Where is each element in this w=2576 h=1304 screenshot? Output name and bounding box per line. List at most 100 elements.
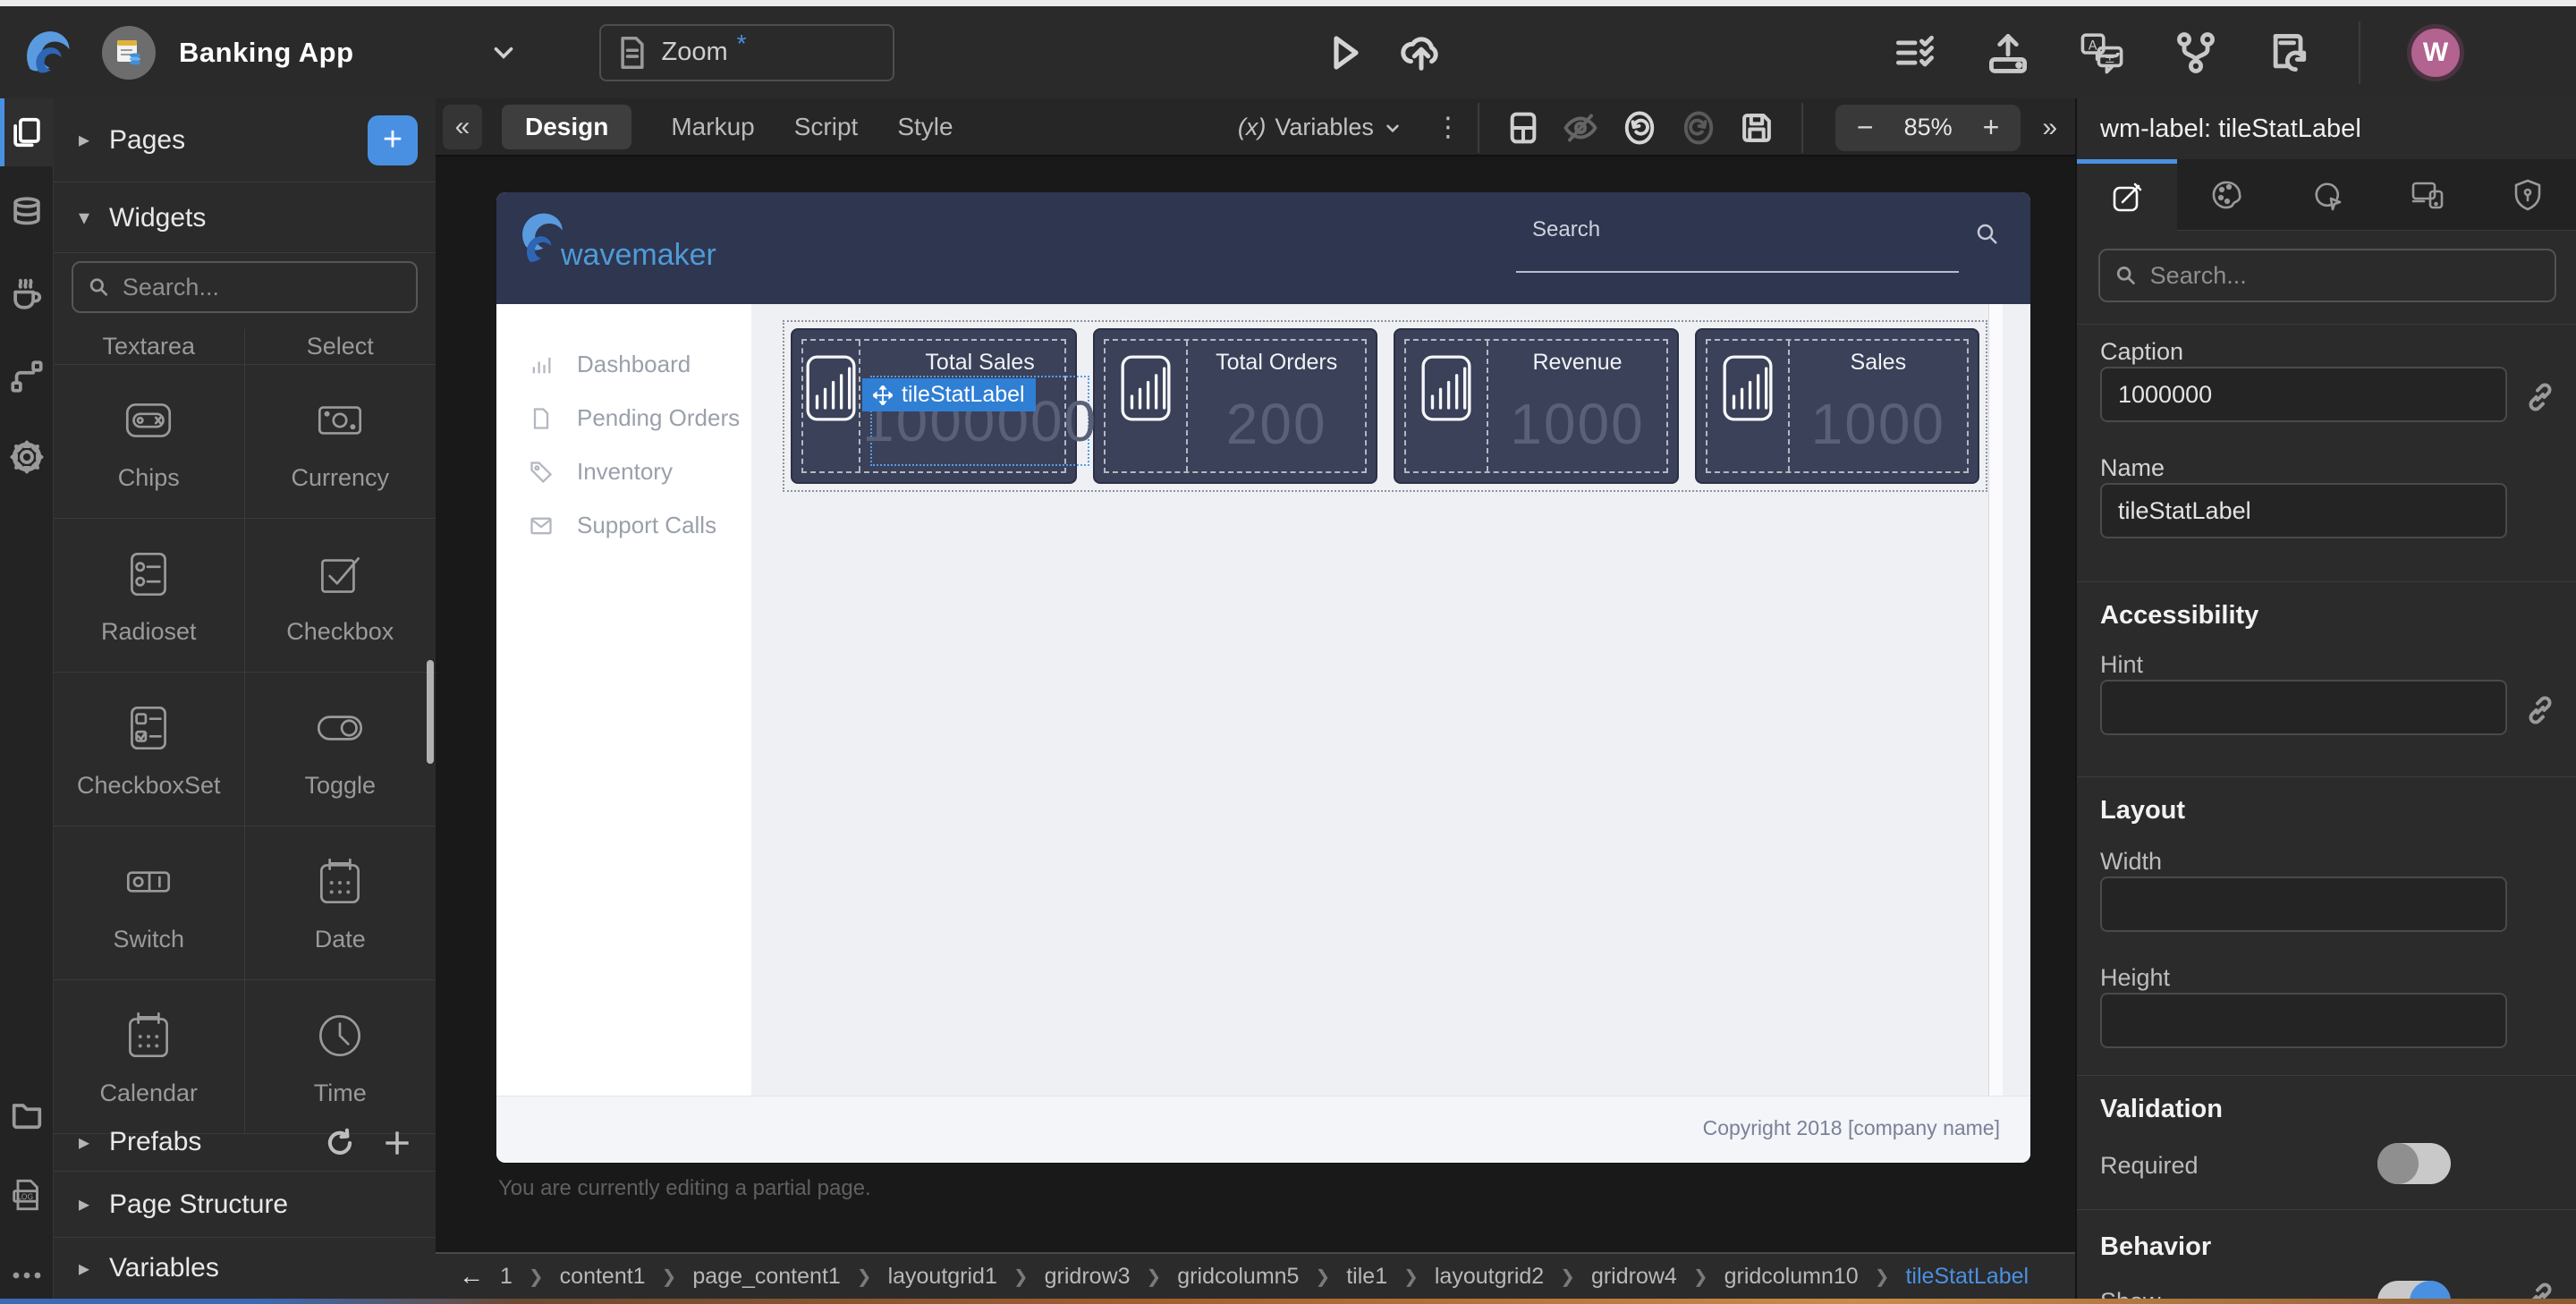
rail-files-folder-icon[interactable]	[0, 1080, 54, 1148]
tile-value[interactable]: 1000	[1496, 376, 1658, 471]
show-toggle[interactable]	[2377, 1281, 2451, 1299]
export-deploy-button[interactable]	[1985, 30, 2031, 76]
git-branch-button[interactable]	[2173, 30, 2219, 76]
tile-icon-cell[interactable]	[1707, 341, 1790, 471]
widget-textarea[interactable]: Textarea	[54, 329, 245, 364]
add-page-button[interactable]: +	[368, 115, 418, 165]
widget-time[interactable]: Time	[245, 980, 436, 1133]
breadcrumb-back-arrow-icon[interactable]: ←	[459, 1262, 484, 1291]
variables-dropdown[interactable]: Variables	[1275, 114, 1374, 141]
redo-button[interactable]	[1680, 109, 1717, 147]
project-switcher-chevron-down-icon[interactable]	[488, 38, 519, 68]
rail-more-icon[interactable]	[0, 1241, 54, 1304]
menu-item-support-calls[interactable]: Support Calls	[529, 512, 716, 539]
tile-value[interactable]: 1000	[1797, 376, 1960, 471]
pages-caret-right-icon[interactable]: ▸	[79, 127, 109, 153]
checklist-button[interactable]	[1892, 30, 1938, 76]
save-button[interactable]	[1739, 110, 1775, 146]
breadcrumb-item[interactable]: tile1	[1346, 1264, 1387, 1290]
widget-currency[interactable]: Currency	[245, 365, 436, 518]
breadcrumb-item[interactable]: page_content1	[692, 1264, 840, 1290]
breadcrumb-item-active[interactable]: tileStatLabel	[1905, 1264, 2029, 1290]
tab-properties[interactable]	[2077, 159, 2177, 231]
selected-gridrow-outline[interactable]: Total Sales tileStatLabel 1000000	[783, 320, 1987, 492]
tile-content-cell[interactable]: Sales 1000	[1790, 341, 1967, 471]
breadcrumb-item[interactable]: layoutgrid2	[1435, 1264, 1544, 1290]
project-icon[interactable]	[102, 26, 156, 80]
left-panel-scrollbar[interactable]	[427, 660, 434, 764]
widget-select[interactable]: Select	[245, 329, 436, 364]
required-toggle[interactable]	[2377, 1143, 2451, 1184]
menu-item-pending-orders[interactable]: Pending Orders	[529, 404, 740, 432]
tab-design[interactable]: Design	[502, 105, 631, 149]
height-input[interactable]	[2100, 993, 2507, 1048]
variables-section-header[interactable]: ▸ Variables	[54, 1238, 436, 1299]
tile-revenue[interactable]: Revenue 1000	[1394, 328, 1678, 484]
hint-bind-link-icon[interactable]	[2524, 694, 2556, 726]
tile-icon-cell[interactable]	[803, 341, 860, 471]
rail-settings-gear-icon[interactable]	[0, 423, 54, 491]
more-options-kebab-icon[interactable]: ⋮	[1435, 112, 1462, 143]
tile-content-cell[interactable]: Total Orders 200	[1188, 341, 1365, 471]
preview-search-placeholder[interactable]: Search	[1532, 217, 1600, 242]
tile-content-cell[interactable]: Total Sales tileStatLabel 1000000	[860, 341, 1099, 471]
breadcrumb-item[interactable]: gridcolumn5	[1177, 1264, 1299, 1290]
preview-search-icon[interactable]	[1974, 221, 2001, 248]
menu-item-dashboard[interactable]: Dashboard	[529, 351, 691, 378]
widgets-section-header[interactable]: ▾ Widgets	[54, 183, 436, 253]
selected-widget-badge[interactable]: tileStatLabel	[862, 378, 1036, 411]
tab-style[interactable]: Style	[897, 113, 953, 141]
widget-calendar[interactable]: Calendar	[54, 980, 245, 1133]
pages-section-header[interactable]: ▸ Pages +	[54, 98, 436, 182]
breadcrumb-item[interactable]: content1	[560, 1264, 646, 1290]
breadcrumb-item[interactable]: layoutgrid1	[888, 1264, 997, 1290]
widget-date[interactable]: Date	[245, 826, 436, 979]
rail-pages-icon[interactable]	[0, 98, 54, 166]
tile-icon-cell[interactable]	[1406, 341, 1488, 471]
menu-item-inventory[interactable]: Inventory	[529, 458, 673, 486]
widgets-caret-down-icon[interactable]: ▾	[79, 205, 109, 231]
tab-security[interactable]	[2478, 159, 2576, 231]
caption-bind-link-icon[interactable]	[2524, 381, 2556, 413]
name-input[interactable]	[2100, 483, 2507, 538]
breadcrumb-item[interactable]: gridrow4	[1591, 1264, 1677, 1290]
user-avatar[interactable]: W	[2407, 24, 2464, 81]
variables-caret-right-icon[interactable]: ▸	[79, 1256, 109, 1282]
tab-devices[interactable]	[2377, 159, 2478, 231]
prefabs-section-header[interactable]: ▸ Prefabs	[54, 1113, 436, 1172]
width-input[interactable]	[2100, 876, 2507, 932]
run-button[interactable]	[1322, 6, 1365, 98]
tile-total-orders[interactable]: Total Orders 200	[1093, 328, 1377, 484]
widget-checkboxset[interactable]: CheckboxSet	[54, 673, 245, 826]
tile-icon-cell[interactable]	[1106, 341, 1188, 471]
breadcrumb-item[interactable]: gridcolumn10	[1724, 1264, 1859, 1290]
preview-page-scrollbar[interactable]	[1988, 304, 2003, 1096]
breadcrumb-item[interactable]: 1	[500, 1264, 513, 1290]
tab-styles[interactable]	[2177, 159, 2277, 231]
tile-content-cell[interactable]: Revenue 1000	[1488, 341, 1665, 471]
hide-outlines-eye-slash-button[interactable]	[1562, 111, 1599, 145]
zoom-in-button[interactable]: +	[1983, 111, 2000, 144]
active-page-selector[interactable]: Zoom *	[599, 24, 894, 81]
widget-switch[interactable]: Switch	[54, 826, 245, 979]
rail-database-icon[interactable]	[0, 179, 54, 247]
prefabs-add-icon[interactable]	[380, 1126, 414, 1160]
tab-script[interactable]: Script	[794, 113, 859, 141]
widget-search-input[interactable]	[123, 274, 402, 301]
widget-search-box[interactable]	[72, 261, 418, 313]
widget-checkbox[interactable]: Checkbox	[245, 519, 436, 672]
caption-input[interactable]	[2100, 367, 2507, 422]
tile-total-sales[interactable]: Total Sales tileStatLabel 1000000	[791, 328, 1077, 484]
widget-chips[interactable]: Chips	[54, 365, 245, 518]
tile-sales[interactable]: Sales 1000	[1695, 328, 1979, 484]
prefabs-caret-right-icon[interactable]: ▸	[79, 1130, 109, 1156]
layout-grid-button[interactable]	[1506, 110, 1540, 146]
page-structure-caret-right-icon[interactable]: ▸	[79, 1191, 109, 1217]
undo-button[interactable]	[1621, 109, 1658, 147]
breadcrumb-item[interactable]: gridrow3	[1045, 1264, 1131, 1290]
wavemaker-logo-icon[interactable]	[20, 25, 75, 80]
tile-value[interactable]: 200	[1195, 376, 1358, 471]
prefabs-refresh-icon[interactable]	[323, 1126, 357, 1160]
tab-interactions[interactable]	[2277, 159, 2377, 231]
page-structure-section-header[interactable]: ▸ Page Structure	[54, 1172, 436, 1238]
